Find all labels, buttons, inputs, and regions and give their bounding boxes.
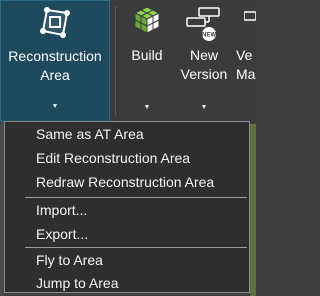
new-version-icon: NEW — [184, 6, 224, 47]
build-label: Build — [131, 47, 163, 63]
reconstruction-area-label: Reconstruction Area — [8, 48, 102, 83]
new-version-button[interactable]: NEW New Version ▼ — [176, 0, 232, 122]
menu-item-export[interactable]: Export... — [36, 225, 88, 243]
menu-item-edit-reconstruction-area[interactable]: Edit Reconstruction Area — [36, 149, 190, 167]
dropdown-arrow-icon: ▼ — [143, 104, 151, 111]
menu-divider — [25, 247, 247, 248]
reconstruction-area-button[interactable]: Reconstruction Area ▼ — [0, 0, 110, 122]
dropdown-arrow-icon: ▼ — [200, 104, 208, 111]
reconstruction-area-dropdown-menu: Same as AT Area Edit Reconstruction Area… — [4, 121, 250, 293]
ribbon-toolbar: Reconstruction Area ▼ Build ▼ NEW New Ve… — [0, 0, 257, 122]
menu-item-same-as-at-area[interactable]: Same as AT Area — [36, 125, 144, 143]
menu-item-redraw-reconstruction-area[interactable]: Redraw Reconstruction Area — [36, 173, 214, 191]
dropdown-arrow-icon: ▼ — [51, 103, 59, 110]
menu-item-import[interactable]: Import... — [36, 201, 87, 219]
ribbon-separator — [115, 6, 116, 116]
build-cube-icon — [133, 6, 161, 39]
version-manager-button[interactable]: Ve Ma — [236, 0, 276, 122]
menu-item-jump-to-area[interactable]: Jump to Area — [36, 274, 119, 292]
background-viewport — [250, 124, 256, 296]
new-version-label: New Version — [180, 47, 228, 82]
version-manager-icon — [243, 6, 257, 39]
menu-divider — [25, 197, 247, 198]
reconstruction-area-icon — [39, 7, 71, 44]
version-manager-label: Ve Ma — [236, 47, 256, 82]
menu-item-fly-to-area[interactable]: Fly to Area — [36, 251, 103, 269]
build-button[interactable]: Build ▼ — [122, 0, 172, 122]
svg-text:NEW: NEW — [202, 33, 216, 39]
